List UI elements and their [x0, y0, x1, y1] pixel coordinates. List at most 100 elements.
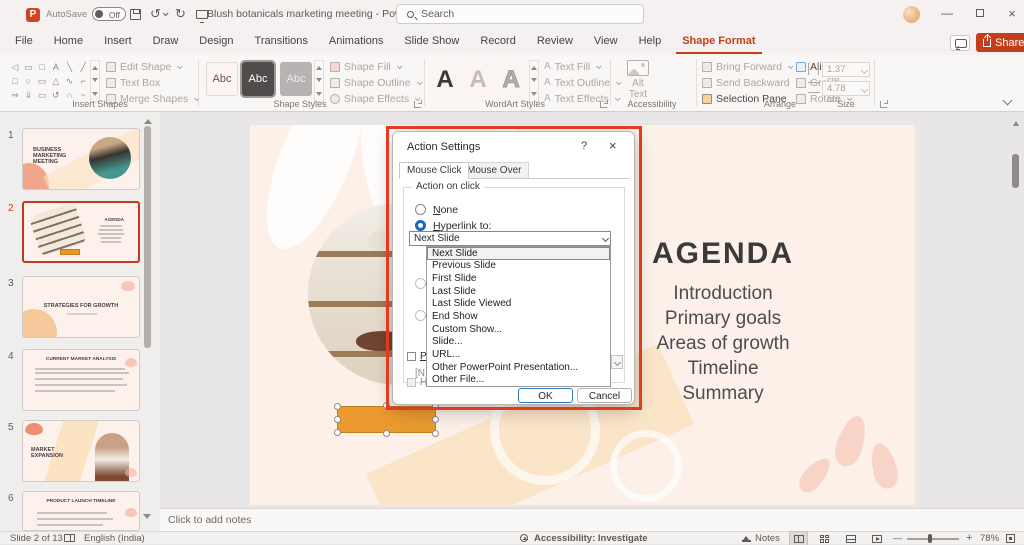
- radio-none-label[interactable]: None: [433, 204, 458, 216]
- maximize-button[interactable]: [971, 6, 989, 22]
- resize-handle-bottom-right[interactable]: [432, 430, 439, 437]
- canvas-scrollbar[interactable]: [1011, 114, 1021, 506]
- zoom-slider[interactable]: [907, 538, 959, 540]
- dialog-help-button[interactable]: ?: [581, 140, 587, 152]
- option-first-slide[interactable]: First Slide: [427, 272, 610, 285]
- redo-button[interactable]: ↻: [175, 6, 186, 22]
- shape-gallery-scroll[interactable]: [90, 60, 100, 102]
- slideshow-button[interactable]: [868, 532, 885, 545]
- resize-handle-mid-left[interactable]: [334, 416, 341, 423]
- minimize-button[interactable]: —: [938, 6, 956, 22]
- slide-thumbnail-4[interactable]: CURRENT MARKET ANALYSIS: [22, 349, 140, 411]
- accessibility-status[interactable]: Accessibility: Investigate: [534, 533, 648, 544]
- thumbnail-scroll-up-arrow[interactable]: [144, 115, 152, 124]
- zoom-out-button[interactable]: —: [893, 533, 903, 544]
- save-button[interactable]: [130, 6, 141, 22]
- shape-style-gallery-scroll[interactable]: [314, 60, 324, 102]
- scrollbar-thumb[interactable]: [1012, 154, 1019, 188]
- option-last-slide-viewed[interactable]: Last Slide Viewed: [427, 298, 610, 311]
- tab-view[interactable]: View: [588, 29, 624, 52]
- slide-thumbnail-6[interactable]: PRODUCT LAUNCH TIMELINE: [22, 491, 140, 531]
- tab-shape-format[interactable]: Shape Format: [676, 29, 761, 54]
- language-indicator[interactable]: English (India): [84, 533, 145, 544]
- shape-fill-button[interactable]: Shape Fill: [330, 59, 421, 74]
- wordart-style-2[interactable]: A: [463, 61, 493, 99]
- tab-mouse-click[interactable]: Mouse Click: [399, 162, 469, 179]
- wordart-dialog-launcher[interactable]: [600, 101, 607, 108]
- collapse-ribbon-button[interactable]: [1003, 96, 1013, 106]
- bring-forward-button[interactable]: Bring Forward: [702, 59, 800, 74]
- reading-view-button[interactable]: [842, 532, 859, 545]
- cancel-button[interactable]: Cancel: [577, 388, 632, 403]
- zoom-level[interactable]: 78%: [980, 533, 999, 544]
- shape-style-swatch-3[interactable]: Abc: [280, 62, 312, 96]
- notes-pane[interactable]: Click to add notes: [160, 508, 1024, 531]
- user-avatar[interactable]: [903, 6, 920, 23]
- zoom-slider-thumb[interactable]: [928, 534, 932, 543]
- highlight-click-checkbox[interactable]: [407, 378, 416, 387]
- slide-sorter-button[interactable]: [816, 532, 833, 545]
- option-end-show[interactable]: End Show: [427, 310, 610, 323]
- search-input[interactable]: Search: [396, 4, 644, 24]
- option-url[interactable]: URL...: [427, 349, 610, 362]
- spellcheck-icon[interactable]: [64, 534, 75, 542]
- tab-record[interactable]: Record: [474, 29, 521, 52]
- shape-styles-dialog-launcher[interactable]: [414, 101, 421, 108]
- resize-handle-bottom-left[interactable]: [334, 429, 341, 436]
- shape-outline-button[interactable]: Shape Outline: [330, 75, 421, 90]
- option-slide[interactable]: Slide...: [427, 336, 610, 349]
- tab-insert[interactable]: Insert: [98, 29, 138, 52]
- tab-animations[interactable]: Animations: [323, 29, 389, 52]
- wordart-style-3[interactable]: A: [496, 61, 526, 99]
- edit-shape-button[interactable]: Edit Shape: [106, 59, 198, 74]
- fit-slide-to-window-button[interactable]: [1006, 534, 1015, 543]
- powerpoint-app-icon[interactable]: P: [26, 8, 40, 22]
- resize-handle-top-mid[interactable]: [383, 402, 390, 409]
- slide-thumbnail-1[interactable]: BUSINESS MARKETING MEETING: [22, 128, 140, 190]
- option-custom-show[interactable]: Custom Show...: [427, 323, 610, 336]
- text-box-button[interactable]: Text Box: [106, 75, 198, 90]
- thumbnail-scrollbar[interactable]: [144, 126, 151, 348]
- shape-style-swatch-2-selected[interactable]: Abc: [242, 62, 274, 96]
- send-backward-button[interactable]: Send Backward: [702, 75, 800, 90]
- resize-handle-top-left[interactable]: [334, 403, 341, 410]
- resize-handle-bottom-mid[interactable]: [383, 430, 390, 437]
- text-fill-button[interactable]: AText Fill: [544, 59, 620, 74]
- radio-run-program[interactable]: [415, 278, 426, 289]
- shape-style-swatch-1[interactable]: Abc: [206, 62, 238, 96]
- option-last-slide[interactable]: Last Slide: [427, 285, 610, 298]
- wordart-style-1[interactable]: A: [430, 61, 460, 99]
- sound-combobox-chevron[interactable]: [611, 355, 623, 369]
- text-outline-button[interactable]: AText Outline: [544, 75, 620, 90]
- shape-gallery[interactable]: ◁▭□A╲╱ □○▭△∿⌐ ⇒⇓▭↺∩~: [8, 60, 90, 102]
- radio-run-macro[interactable]: [415, 310, 426, 321]
- dialog-close-button[interactable]: ×: [609, 138, 617, 153]
- thumbnail-scroll-down-arrow[interactable]: [143, 514, 151, 523]
- option-previous-slide[interactable]: Previous Slide: [427, 260, 610, 273]
- tab-mouse-over[interactable]: Mouse Over: [459, 162, 529, 179]
- tab-help[interactable]: Help: [633, 29, 668, 52]
- undo-button[interactable]: ↺: [150, 6, 167, 22]
- tab-slide-show[interactable]: Slide Show: [398, 29, 465, 52]
- close-button[interactable]: ×: [1003, 6, 1021, 22]
- radio-none[interactable]: [415, 204, 426, 215]
- hyperlink-to-combobox[interactable]: Next Slide: [409, 231, 611, 246]
- resize-handle-mid-right[interactable]: [432, 416, 439, 423]
- slide-thumbnail-2-selected[interactable]: AGENDA: [22, 201, 140, 263]
- comments-button[interactable]: [950, 35, 970, 51]
- notes-placeholder[interactable]: Click to add notes: [168, 514, 251, 526]
- shape-width-field[interactable]: 4.78 cm: [822, 81, 870, 96]
- option-next-slide[interactable]: Next Slide: [427, 247, 610, 260]
- option-other-presentation[interactable]: Other PowerPoint Presentation...: [427, 361, 610, 374]
- notes-toggle[interactable]: Notes: [755, 533, 780, 544]
- option-other-file[interactable]: Other File...: [427, 374, 610, 387]
- shape-height-field[interactable]: 1.37 cm: [822, 62, 870, 77]
- slide-thumbnail-5[interactable]: MARKET EXPANSION: [22, 420, 140, 482]
- slide-thumbnail-3[interactable]: STRATEGIES FOR GROWTH: [22, 276, 140, 338]
- size-dialog-launcher[interactable]: [880, 101, 887, 108]
- scroll-up-arrow[interactable]: [1013, 118, 1019, 126]
- tab-review[interactable]: Review: [531, 29, 579, 52]
- tab-home[interactable]: Home: [48, 29, 89, 52]
- tab-transitions[interactable]: Transitions: [249, 29, 314, 52]
- share-button[interactable]: Share: [976, 33, 1024, 52]
